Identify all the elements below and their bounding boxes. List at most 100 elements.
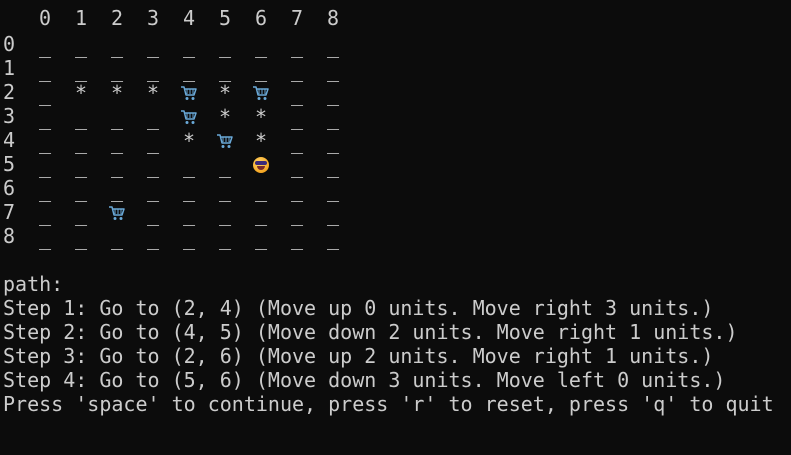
grid-row: 6 _ _ _ _ _ _ _ _ _ [0,176,360,202]
empty-cell: _ [146,226,160,250]
step-line: Step 2: Go to (4, 5) (Move down 2 units.… [3,320,738,344]
empty-cell: _ [290,130,304,154]
empty-cell: _ [146,130,160,154]
empty-cell: _ [182,178,196,202]
row-label: 4 [3,128,16,152]
empty-cell: _ [326,154,340,178]
empty-cell: _ [146,154,160,178]
empty-cell: _ [74,154,88,178]
empty-cell: _ [254,226,268,250]
grid-row: 8 _ _ _ _ _ _ _ _ _ [0,224,360,250]
path-marker: * [218,81,232,105]
path-marker: * [146,81,160,105]
path-marker: * [182,129,196,153]
empty-cell: _ [290,154,304,178]
empty-cell: _ [182,34,196,58]
empty-cell: _ [254,202,268,226]
row-label: 2 [3,80,16,104]
empty-cell: _ [182,202,196,226]
empty-cell: _ [146,202,160,226]
shopping-cart-icon [171,104,207,128]
empty-cell: _ [38,82,52,106]
empty-cell: _ [326,226,340,250]
empty-cell: _ [110,154,124,178]
empty-cell: _ [110,226,124,250]
empty-cell: _ [38,58,52,82]
grid-row: 5 _ _ _ _ _ _ _ _ [0,152,360,178]
empty-cell: _ [290,202,304,226]
column-label: 3 [146,6,160,30]
column-label: 4 [182,6,196,30]
empty-cell: _ [182,154,196,178]
empty-cell: _ [74,58,88,82]
empty-cell: _ [326,130,340,154]
grid-row: 3 _ _ _ _ * * _ _ [0,104,360,130]
empty-cell: _ [290,178,304,202]
terminal-window: 012345678 0 _ _ _ _ _ _ _ _ _ 1 _ _ _ _ _ _ _ _ _ 2 _ * * * * _ _ 3 _… [0,0,791,455]
path-marker: * [218,105,232,129]
column-label: 1 [74,6,88,30]
empty-cell: _ [326,58,340,82]
empty-cell: _ [110,178,124,202]
empty-cell: _ [326,34,340,58]
empty-cell: _ [218,154,232,178]
empty-cell: _ [218,178,232,202]
empty-cell: _ [38,130,52,154]
empty-cell: _ [290,106,304,130]
empty-cell: _ [182,226,196,250]
column-label: 8 [326,6,340,30]
empty-cell: _ [110,34,124,58]
column-label: 6 [254,6,268,30]
shopping-cart-icon [99,200,135,224]
empty-cell: _ [74,34,88,58]
empty-cell: _ [326,82,340,106]
path-label: path: [3,272,64,296]
empty-cell: _ [254,34,268,58]
empty-cell: _ [290,34,304,58]
empty-cell: _ [74,130,88,154]
empty-cell: _ [218,34,232,58]
empty-cell: _ [290,82,304,106]
shopping-cart-icon [207,128,243,152]
empty-cell: _ [38,226,52,250]
empty-cell: _ [110,130,124,154]
grid-row: 7 _ _ _ _ _ _ _ _ [0,200,360,226]
empty-cell: _ [182,58,196,82]
grid-row: 2 _ * * * * _ _ [0,80,360,106]
column-label: 7 [290,6,304,30]
row-label: 6 [3,176,16,200]
step-line: Step 4: Go to (5, 6) (Move down 3 units.… [3,368,726,392]
empty-cell: _ [74,226,88,250]
empty-cell: _ [218,202,232,226]
empty-cell: _ [74,106,88,130]
empty-cell: _ [218,58,232,82]
empty-cell: _ [74,202,88,226]
empty-cell: _ [326,202,340,226]
shopping-cart-icon [171,80,207,104]
row-label: 1 [3,56,16,80]
column-label: 0 [38,6,52,30]
path-marker: * [254,105,268,129]
row-label: 5 [3,152,16,176]
grinning-face-icon [243,152,279,176]
empty-cell: _ [146,178,160,202]
row-label: 3 [3,104,16,128]
empty-cell: _ [254,58,268,82]
shopping-cart-icon [243,80,279,104]
row-label: 7 [3,200,16,224]
empty-cell: _ [74,178,88,202]
grid-column-header: 012345678 [0,6,360,30]
empty-cell: _ [326,178,340,202]
empty-cell: _ [326,106,340,130]
step-line: Step 3: Go to (2, 6) (Move up 2 units. M… [3,344,714,368]
path-marker: * [110,81,124,105]
column-label: 5 [218,6,232,30]
empty-cell: _ [254,178,268,202]
grid-row: 1 _ _ _ _ _ _ _ _ _ [0,56,360,82]
empty-cell: _ [290,58,304,82]
empty-cell: _ [218,226,232,250]
path-marker: * [74,81,88,105]
empty-cell: _ [38,34,52,58]
empty-cell: _ [110,106,124,130]
empty-cell: _ [146,58,160,82]
